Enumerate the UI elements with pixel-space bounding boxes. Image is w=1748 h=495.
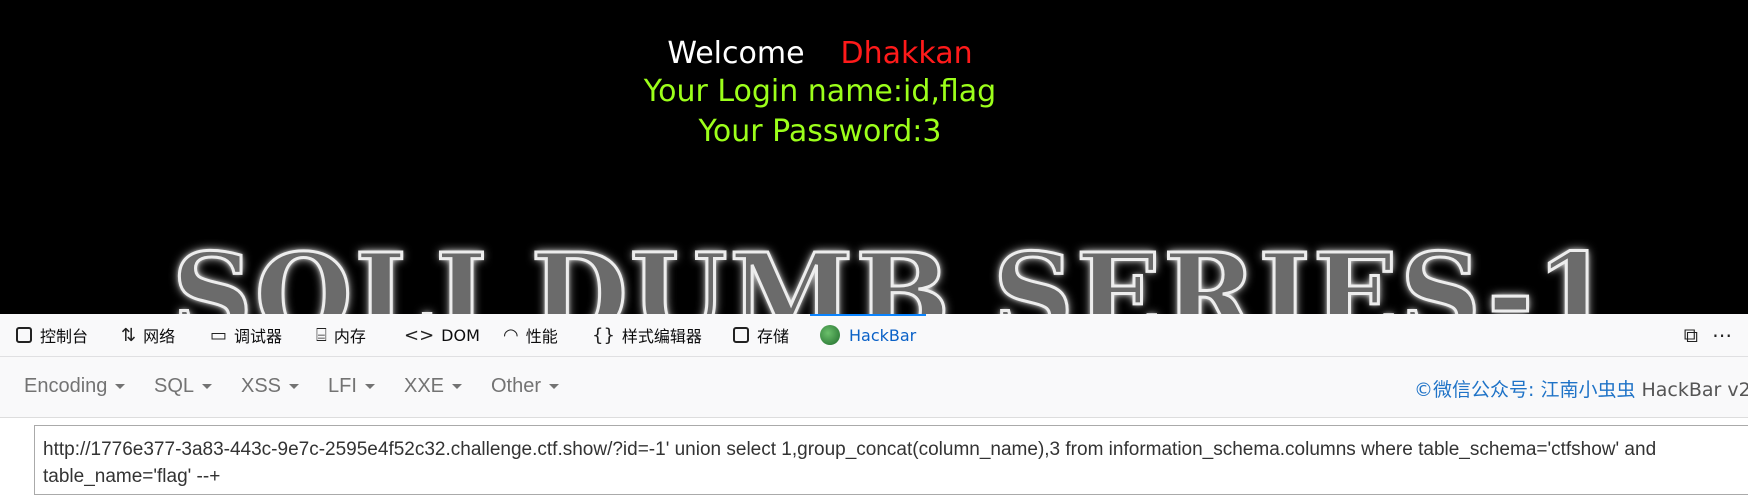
tab-label: 控制台 (40, 323, 88, 347)
caret-down-icon (452, 384, 462, 389)
memory-icon: ⌸ (316, 325, 327, 346)
password-text: Your Password:3 (0, 114, 1640, 149)
storage-icon (733, 327, 749, 343)
tab-performance[interactable]: ◠ 性能 (503, 314, 558, 356)
menu-lfi[interactable]: LFI (328, 375, 375, 398)
menu-label: Encoding (24, 375, 107, 397)
responsive-design-icon[interactable]: ⧉ (1684, 323, 1698, 347)
caret-down-icon (115, 384, 125, 389)
credit-public-account: ©微信公众号: 江南小虫虫 (1414, 379, 1635, 401)
menu-label: SQL (154, 375, 194, 397)
tab-label: 网络 (143, 323, 175, 347)
welcome-label: Welcome (667, 36, 804, 71)
menu-label: XSS (241, 375, 281, 397)
banner-logo: SQLI DUMB SERIES-1 (172, 240, 1616, 314)
tab-label: HackBar (849, 326, 916, 345)
url-input[interactable]: http://1776e377-3a83-443c-9e7c-2595e4f52… (34, 425, 1748, 495)
banner-text: SQLI DUMB SERIES-1 (172, 240, 1616, 314)
tab-label: 存储 (757, 323, 789, 347)
welcome-line: Welcome Dhakkan (0, 36, 1640, 71)
tab-label: 调试器 (234, 323, 282, 347)
menu-label: LFI (328, 375, 357, 397)
tab-label: 样式编辑器 (622, 323, 702, 347)
code-brackets-icon: <> (404, 325, 434, 346)
tab-console[interactable]: 控制台 (16, 314, 88, 356)
caret-down-icon (289, 384, 299, 389)
tab-style-editor[interactable]: {} 样式编辑器 (592, 314, 702, 356)
tab-label: 内存 (334, 323, 366, 347)
hackbar-credit: ©微信公众号: 江南小虫虫 HackBar v2 (1414, 375, 1748, 402)
devtools-toolbar: 控制台 ⇅ 网络 ▭ 调试器 ⌸ 内存 <> DOM ◠ 性能 {} 样式编辑器… (0, 314, 1748, 357)
tab-dom[interactable]: <> DOM (404, 314, 480, 356)
more-options-icon[interactable]: ⋯ (1712, 323, 1732, 347)
curly-braces-icon: {} (592, 325, 615, 346)
web-page-content: Welcome Dhakkan Your Login name:id,flag Y… (0, 0, 1748, 314)
credit-version: HackBar v2 (1642, 379, 1748, 401)
devtools-right-controls: ⧉ ⋯ (1684, 314, 1748, 356)
menu-other[interactable]: Other (491, 375, 559, 398)
menu-xss[interactable]: XSS (241, 375, 299, 398)
debugger-icon: ▭ (210, 325, 227, 346)
tab-network[interactable]: ⇅ 网络 (121, 314, 175, 356)
tab-label: DOM (441, 326, 480, 345)
caret-down-icon (365, 384, 375, 389)
tab-label: 性能 (526, 323, 558, 347)
hackbar-menu: Encoding SQL XSS LFI XXE Other ©微信公众号: 江… (0, 357, 1748, 418)
caret-down-icon (202, 384, 212, 389)
username: Dhakkan (841, 36, 973, 71)
menu-encoding[interactable]: Encoding (24, 375, 125, 398)
tab-memory[interactable]: ⌸ 内存 (316, 314, 366, 356)
network-arrows-icon: ⇅ (121, 325, 136, 346)
menu-sql[interactable]: SQL (154, 375, 212, 398)
hackbar-logo-icon (820, 325, 840, 345)
menu-label: Other (491, 375, 541, 397)
tab-debugger[interactable]: ▭ 调试器 (210, 314, 282, 356)
console-icon (16, 327, 32, 343)
login-name-text: Your Login name:id,flag (0, 74, 1640, 109)
caret-down-icon (549, 384, 559, 389)
tab-storage[interactable]: 存储 (733, 314, 789, 356)
menu-xxe[interactable]: XXE (404, 375, 462, 398)
gauge-icon: ◠ (503, 325, 519, 346)
menu-label: XXE (404, 375, 444, 397)
tab-hackbar[interactable]: HackBar (820, 314, 916, 356)
